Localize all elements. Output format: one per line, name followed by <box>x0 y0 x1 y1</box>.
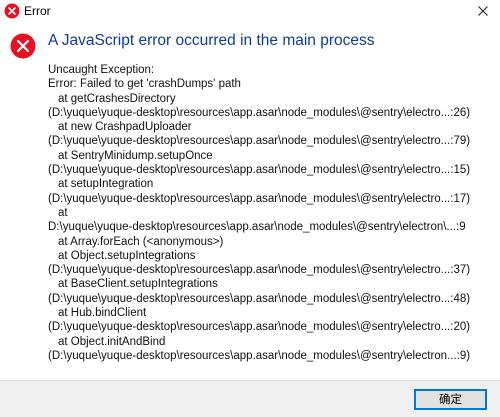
close-button[interactable] <box>474 2 492 20</box>
message-line: (D:\yuque\yuque-desktop\resources\app.as… <box>48 264 471 277</box>
message-line: (D:\yuque\yuque-desktop\resources\app.as… <box>48 192 471 205</box>
message-line: at <box>58 206 68 219</box>
error-icon <box>10 33 36 59</box>
message-line: at Object.initAndBind <box>58 335 166 348</box>
message-line: D:\yuque\yuque-desktop\resources\app.asa… <box>48 221 466 234</box>
error-message: Uncaught Exception: Error: Failed to get … <box>48 63 494 363</box>
error-dialog-window: Error A JavaScript error occurred in the… <box>0 0 500 417</box>
title-bar[interactable]: Error <box>0 0 500 22</box>
message-line: at BaseClient.setupIntegrations <box>58 278 218 291</box>
message-line: at SentryMinidump.setupOnce <box>58 149 213 162</box>
message-line: at Object.setupIntegrations <box>58 249 196 262</box>
message-line: (D:\yuque\yuque-desktop\resources\app.as… <box>48 164 471 177</box>
message-line: (D:\yuque\yuque-desktop\resources\app.as… <box>48 135 471 148</box>
message-line: (D:\yuque\yuque-desktop\resources\app.as… <box>48 349 471 362</box>
message-line: at Hub.bindClient <box>58 307 147 320</box>
message-line: at setupIntegration <box>58 178 154 191</box>
ok-button[interactable]: 确定 <box>414 389 487 410</box>
message-line: at new CrashpadUploader <box>58 121 192 134</box>
message-line: (D:\yuque\yuque-desktop\resources\app.as… <box>48 106 471 119</box>
message-line: at getCrashesDirectory <box>58 92 176 105</box>
message-line: Uncaught Exception: <box>48 64 155 76</box>
close-icon <box>478 6 488 16</box>
message-line: Error: Failed to get 'crashDumps' path <box>48 78 241 91</box>
error-icon <box>4 3 20 19</box>
button-bar: 确定 <box>0 380 500 417</box>
window-title: Error <box>24 4 51 18</box>
message-line: (D:\yuque\yuque-desktop\resources\app.as… <box>48 292 471 305</box>
message-line: (D:\yuque\yuque-desktop\resources\app.as… <box>48 321 471 334</box>
message-line: at Array.forEach (<anonymous>) <box>58 235 224 248</box>
main-instruction: A JavaScript error occurred in the main … <box>48 32 375 49</box>
